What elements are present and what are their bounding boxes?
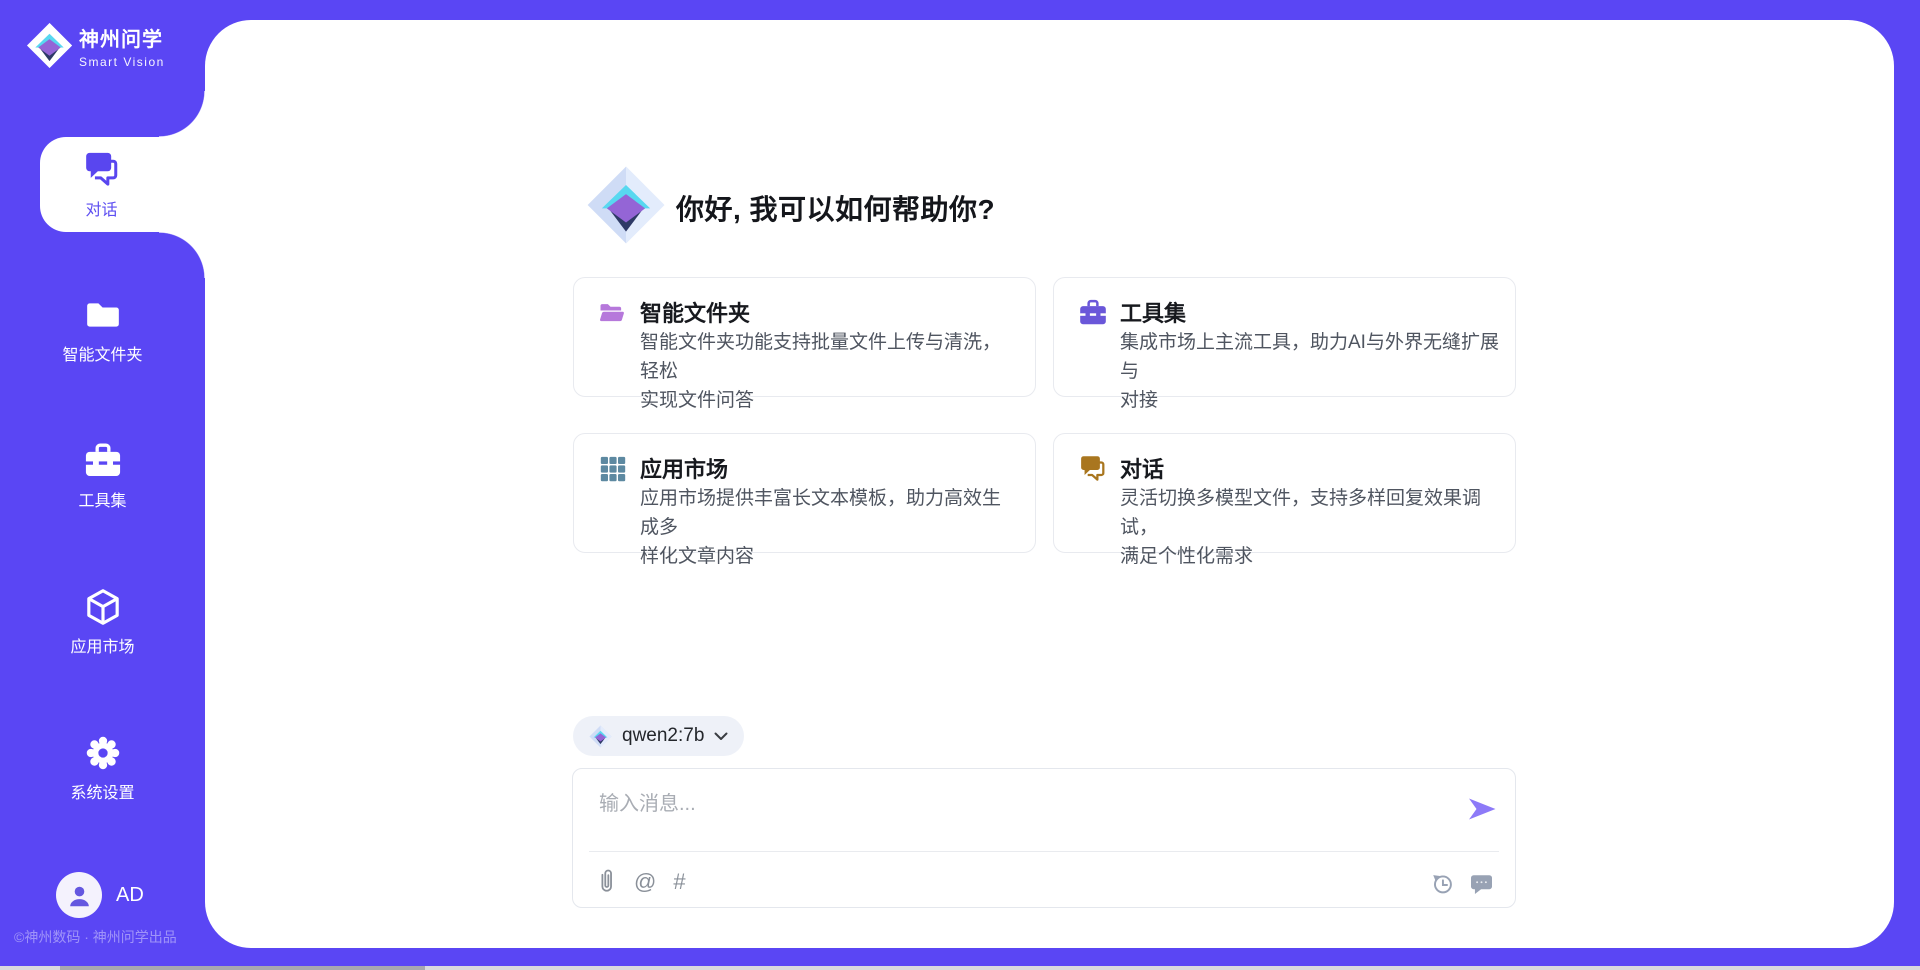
card-description: 灵活切换多模型文件，支持多样回复效果调试， 满足个性化需求 <box>1120 484 1499 571</box>
composer: @ # <box>572 768 1516 908</box>
brand-subtitle: Smart Vision <box>79 55 165 69</box>
composer-tools-right <box>1431 872 1493 895</box>
sidebar-item-smart-folder[interactable]: 智能文件夹 <box>0 295 205 365</box>
toolbox-icon <box>83 441 123 481</box>
at-icon: @ <box>634 871 656 893</box>
brand-logo-icon <box>26 22 73 69</box>
mention-button[interactable]: @ <box>634 871 656 893</box>
card-title: 工具集 <box>1120 296 1186 328</box>
sidebar-item-label: 应用市场 <box>70 633 134 657</box>
chevron-down-icon <box>714 732 728 741</box>
feature-card-app-market[interactable]: 应用市场 应用市场提供丰富长文本模板，助力高效生成多 样化文章内容 <box>573 433 1036 553</box>
card-title: 应用市场 <box>640 452 728 484</box>
history-button[interactable] <box>1431 872 1454 895</box>
user-profile[interactable]: AD <box>56 872 144 918</box>
model-selector-button[interactable]: qwen2:7b <box>573 716 744 756</box>
model-name: qwen2:7b <box>622 725 704 747</box>
card-description: 集成市场上主流工具，助力AI与外界无缝扩展与 对接 <box>1120 328 1499 415</box>
chat-bubbles-icon <box>1078 454 1108 484</box>
card-description: 应用市场提供丰富长文本模板，助力高效生成多 样化文章内容 <box>640 484 1019 571</box>
avatar <box>56 872 102 918</box>
sidebar-item-label: 系统设置 <box>70 779 134 803</box>
sidebar-item-toolset[interactable]: 工具集 <box>0 441 205 511</box>
card-title: 智能文件夹 <box>640 296 750 328</box>
composer-tools-left: @ # <box>595 868 686 895</box>
conversations-button[interactable] <box>1470 873 1493 894</box>
attach-file-button[interactable] <box>595 868 617 895</box>
brand-name: 神州问学 <box>79 23 165 52</box>
topic-button[interactable]: # <box>673 871 685 893</box>
sidebar-item-settings[interactable]: 系统设置 <box>0 733 205 803</box>
gear-icon <box>83 733 123 773</box>
sidebar-item-label: 智能文件夹 <box>62 341 142 365</box>
sidebar-item-label: 工具集 <box>78 487 126 511</box>
greeting-title: 你好, 我可以如何帮助你? <box>676 188 995 228</box>
message-input[interactable] <box>597 785 1451 847</box>
toolbox-icon <box>1078 298 1108 328</box>
user-name: AD <box>116 884 144 907</box>
sidebar: 神州问学 Smart Vision 智能文件夹 工具集 应用市场 系统设置 AD… <box>0 0 205 970</box>
folder-open-icon <box>598 298 628 328</box>
chat-bubble-filled-icon <box>1470 873 1493 894</box>
feature-card-toolset[interactable]: 工具集 集成市场上主流工具，助力AI与外界无缝扩展与 对接 <box>1053 277 1516 397</box>
app-window: 神州问学 Smart Vision 智能文件夹 工具集 应用市场 系统设置 AD… <box>0 0 1920 970</box>
composer-divider <box>589 851 1499 852</box>
sidebar-item-app-market[interactable]: 应用市场 <box>0 587 205 657</box>
person-icon <box>66 882 93 909</box>
folder-icon <box>83 295 123 335</box>
feature-card-smart-folder[interactable]: 智能文件夹 智能文件夹功能支持批量文件上传与清洗，轻松 实现文件问答 <box>573 277 1036 397</box>
history-icon <box>1431 872 1454 895</box>
brand: 神州问学 Smart Vision <box>26 22 165 69</box>
feature-card-chat[interactable]: 对话 灵活切换多模型文件，支持多样回复效果调试， 满足个性化需求 <box>1053 433 1516 553</box>
send-icon[interactable] <box>1467 797 1497 821</box>
model-logo-icon <box>589 725 612 748</box>
hash-icon: # <box>673 871 685 893</box>
paperclip-icon <box>595 868 617 895</box>
scrollbar-thumb[interactable] <box>60 966 425 970</box>
cube-icon <box>83 587 123 627</box>
horizontal-scrollbar[interactable] <box>0 966 1920 970</box>
grid-icon <box>598 454 628 484</box>
greeting-logo-icon <box>586 165 666 245</box>
card-title: 对话 <box>1120 452 1164 484</box>
copyright: ©神州数码 · 神州问学出品 <box>14 927 177 947</box>
brand-text: 神州问学 Smart Vision <box>79 23 165 69</box>
card-description: 智能文件夹功能支持批量文件上传与清洗，轻松 实现文件问答 <box>640 328 1019 415</box>
